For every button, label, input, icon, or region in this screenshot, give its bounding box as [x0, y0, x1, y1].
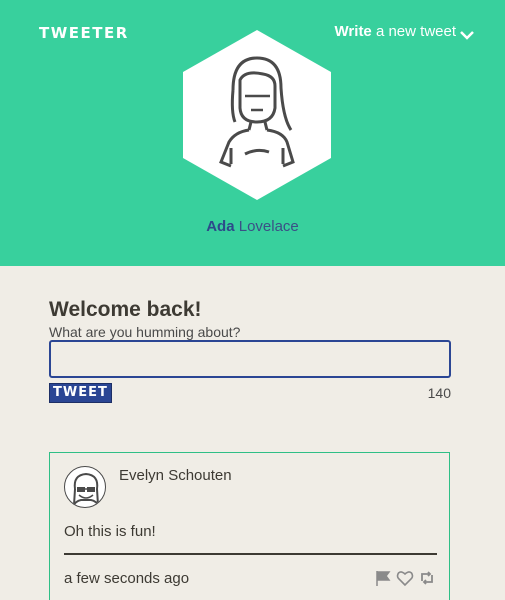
tweet-input[interactable] — [49, 340, 451, 378]
tweet-author[interactable]: Evelyn Schouten — [119, 467, 232, 484]
char-counter: 140 — [427, 385, 451, 401]
chevron-down-icon — [460, 27, 474, 40]
profile-avatar — [183, 30, 331, 200]
profile-last-name: Lovelace — [238, 218, 299, 235]
tweet-timestamp: a few seconds ago — [64, 570, 190, 587]
write-label-rest: a new tweet — [375, 23, 456, 40]
divider — [64, 553, 437, 555]
write-label-bold: Write — [334, 23, 372, 40]
tweet-button[interactable]: TWEET — [49, 383, 112, 403]
flag-icon[interactable] — [374, 569, 392, 587]
tweet-card: Evelyn Schouten Oh this is fun! a few se… — [49, 452, 450, 600]
profile-first-name: Ada — [206, 218, 235, 235]
app-logo[interactable]: TWEETER — [39, 24, 129, 42]
tweet-actions — [374, 569, 436, 587]
tweet-composer: Welcome back! What are you humming about… — [49, 298, 451, 403]
composer-prompt: What are you humming about? — [49, 324, 241, 340]
tweet-text: Oh this is fun! — [64, 523, 156, 540]
write-tweet-toggle[interactable]: Write a new tweet — [335, 23, 474, 40]
avatar[interactable] — [64, 466, 106, 508]
welcome-heading: Welcome back! — [49, 298, 202, 321]
heart-icon[interactable] — [396, 569, 414, 587]
profile-name: Ada Lovelace — [0, 218, 505, 235]
profile-header: TWEETER Write a new tweet Ada Lovelace — [0, 0, 505, 266]
retweet-icon[interactable] — [418, 569, 436, 587]
